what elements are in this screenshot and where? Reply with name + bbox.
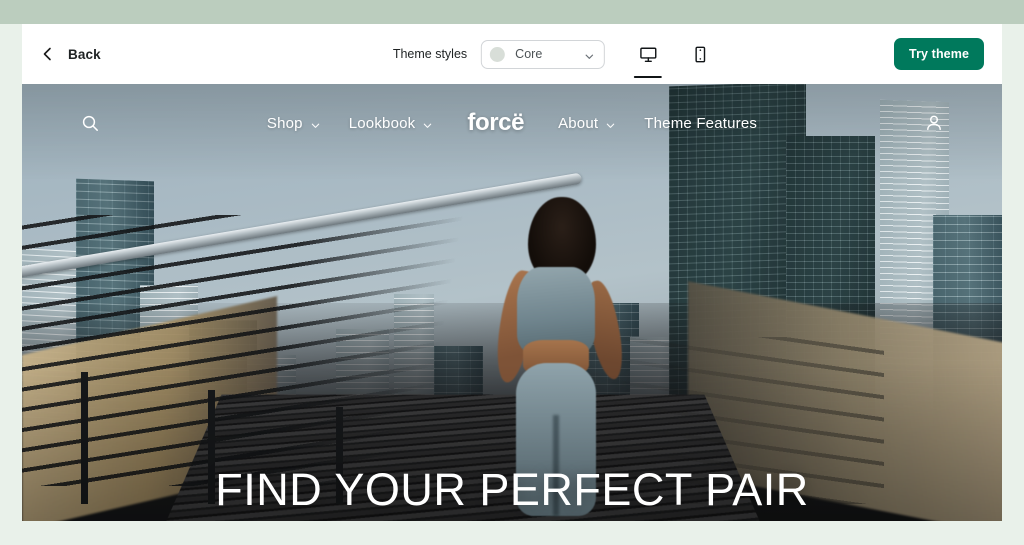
theme-styles-label: Theme styles — [392, 47, 468, 61]
desktop-view-button[interactable] — [633, 24, 663, 84]
chevron-down-icon — [605, 118, 616, 129]
storefront-preview: Shop Lookbook forcë About Theme Features… — [22, 84, 1002, 521]
chevron-down-icon — [584, 49, 595, 60]
nav-link-shop[interactable]: Shop — [267, 115, 321, 132]
account-icon[interactable] — [924, 113, 944, 133]
mobile-view-button[interactable] — [685, 24, 715, 84]
nav-link-label: Theme Features — [644, 114, 758, 132]
preview-toolbar: Back Theme styles Core Try theme — [22, 24, 1002, 84]
hero-heading: FIND YOUR PERFECT PAIR — [215, 463, 809, 515]
search-icon[interactable] — [80, 113, 100, 133]
back-button[interactable]: Back — [40, 46, 101, 62]
desktop-icon — [639, 45, 658, 64]
storefront-nav-links: Shop Lookbook forcë About Theme Features — [267, 109, 757, 137]
theme-style-swatch — [490, 46, 506, 62]
nav-link-lookbook[interactable]: Lookbook — [349, 115, 434, 132]
nav-link-about[interactable]: About — [558, 115, 616, 132]
theme-style-value: Core — [515, 47, 543, 61]
storefront-nav: Shop Lookbook forcë About Theme Features — [22, 84, 1002, 162]
chevron-down-icon — [310, 118, 321, 129]
nav-link-label: About — [558, 114, 599, 132]
back-button-label: Back — [68, 46, 101, 62]
toolbar-center-group: Theme styles Core — [393, 24, 715, 84]
theme-preview-card: Back Theme styles Core Try theme Shop Lo… — [22, 24, 1002, 521]
theme-style-select[interactable]: Core — [481, 39, 606, 69]
device-toggle-group — [633, 24, 715, 84]
chevron-down-icon — [422, 118, 433, 129]
brand-logo[interactable]: forcë — [467, 109, 524, 137]
mobile-icon — [691, 45, 710, 64]
nav-link-theme-features[interactable]: Theme Features — [644, 115, 757, 132]
chevron-left-icon — [40, 46, 56, 62]
nav-link-label: Shop — [266, 114, 303, 132]
try-theme-button[interactable]: Try theme — [894, 38, 984, 70]
nav-link-label: Lookbook — [348, 114, 416, 132]
